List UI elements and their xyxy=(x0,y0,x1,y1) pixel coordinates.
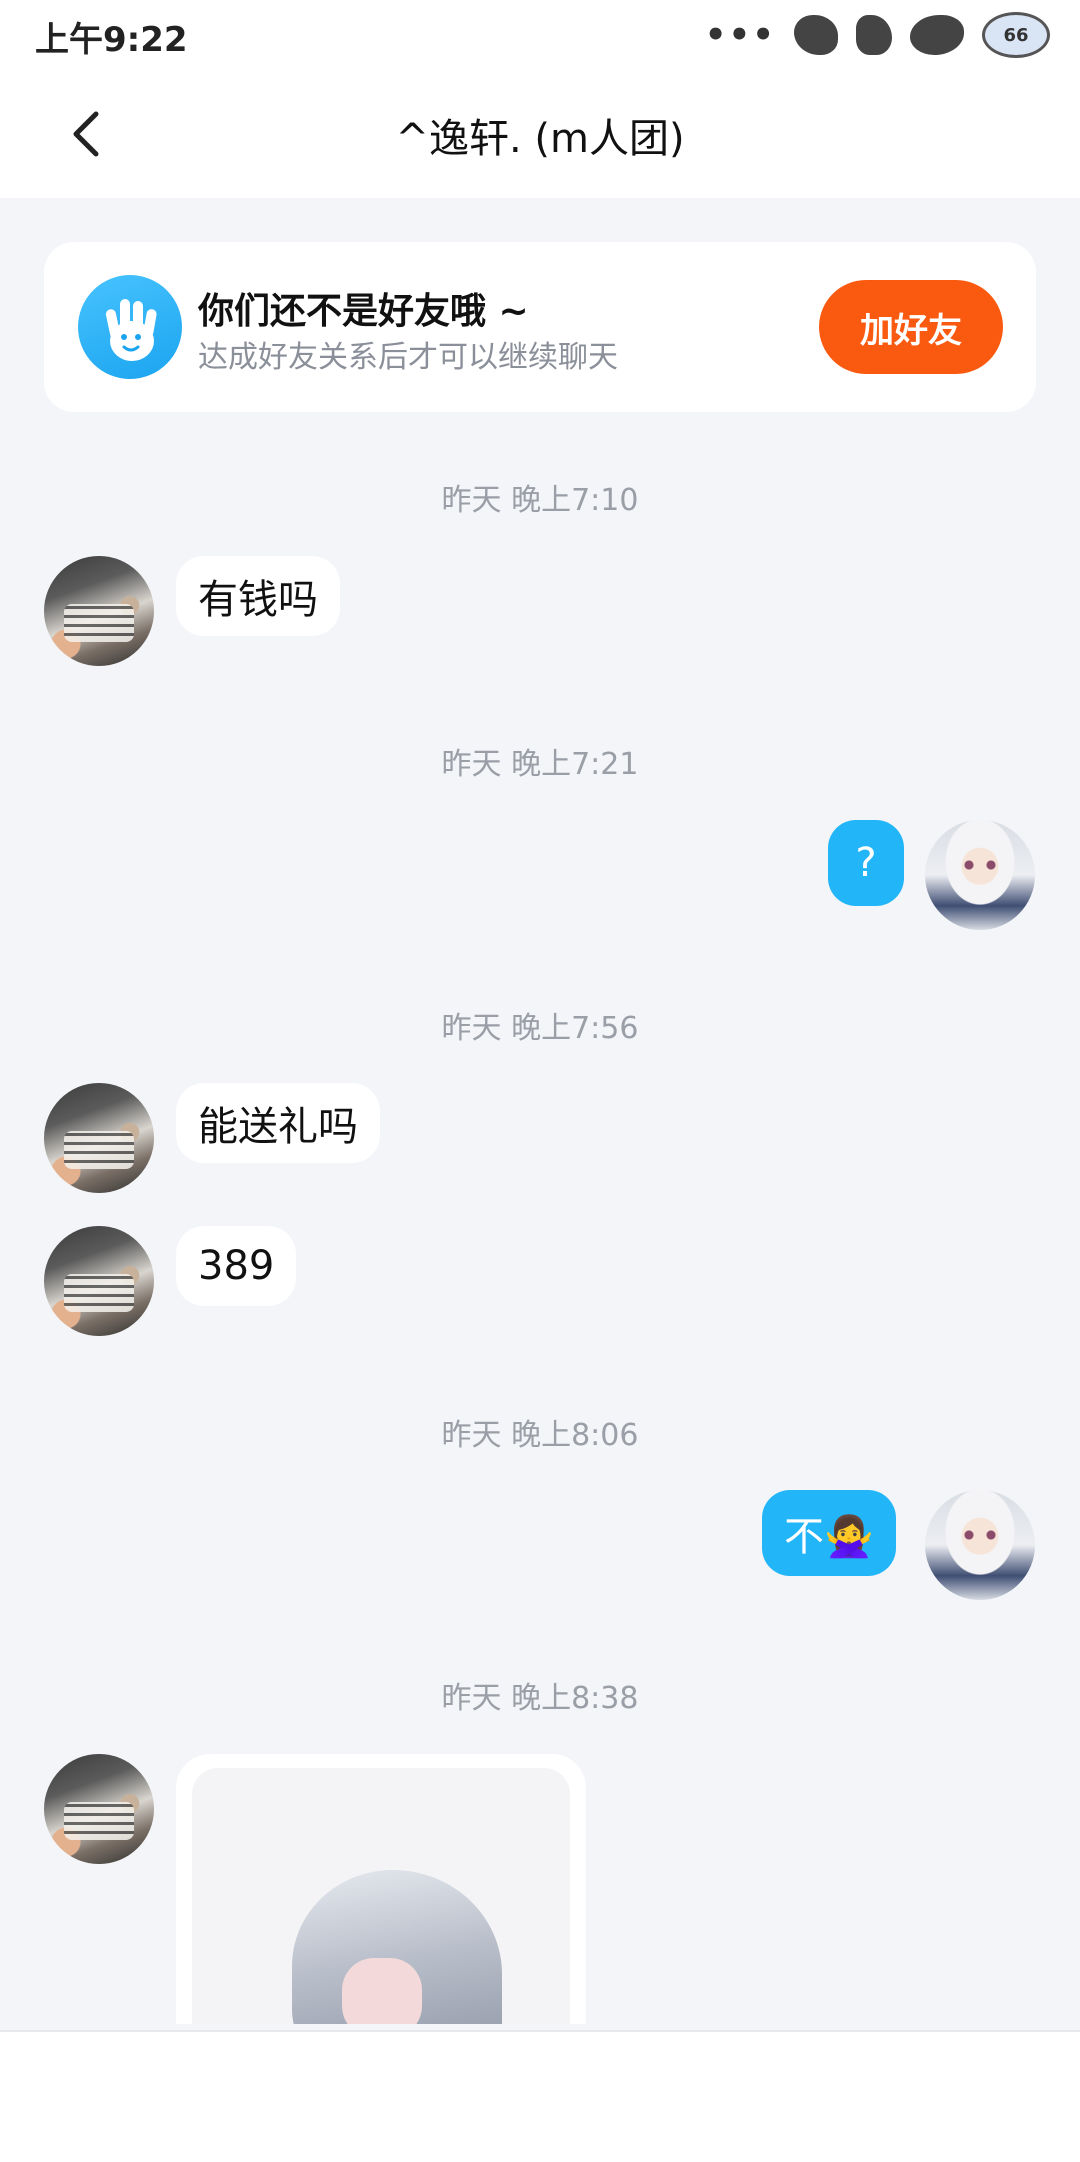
character-face xyxy=(342,1958,422,2024)
contact-avatar[interactable] xyxy=(44,1754,154,1864)
image-message-picture xyxy=(192,1768,570,2024)
add-friend-button[interactable]: 加好友 xyxy=(819,280,1003,374)
message-timestamp: 昨天 晚上8:38 xyxy=(441,1681,639,1716)
message-bubble-incoming[interactable]: 有钱吗 xyxy=(176,556,340,636)
more-notifications-icon: ••• xyxy=(704,15,776,55)
message-bubble-outgoing[interactable]: ? xyxy=(828,820,904,906)
battery-level: 66 xyxy=(1003,24,1029,46)
status-icons: ••• 66 xyxy=(705,10,1050,60)
message-bubble-incoming[interactable]: 能送礼吗 xyxy=(176,1083,380,1163)
friend-notice-subtitle: 达成好友关系后才可以继续聊天 xyxy=(198,340,618,375)
my-avatar[interactable] xyxy=(925,820,1035,930)
contact-avatar[interactable] xyxy=(44,1083,154,1193)
my-avatar[interactable] xyxy=(925,1490,1035,1600)
battery-icon: 66 xyxy=(982,12,1050,58)
notification-icon xyxy=(794,15,838,55)
message-timestamp: 昨天 晚上7:21 xyxy=(441,747,639,782)
contact-avatar[interactable] xyxy=(44,1226,154,1336)
notification-icon xyxy=(856,15,892,55)
message-bubble-outgoing[interactable]: 不🙅‍♀️ xyxy=(762,1490,896,1576)
message-timestamp: 昨天 晚上7:10 xyxy=(441,483,639,518)
friend-notice-title: 你们还不是好友哦 ~ xyxy=(198,291,529,332)
message-bubble-incoming[interactable]: 389 xyxy=(176,1226,297,1306)
chat-title: ^逸轩. (m人团) xyxy=(395,116,685,162)
status-bar: 上午9:22 ••• 66 xyxy=(0,0,1080,70)
bottom-bar xyxy=(0,2030,1080,2162)
notification-icon xyxy=(910,15,964,55)
hand-wave-icon xyxy=(78,275,182,379)
contact-avatar[interactable] xyxy=(44,556,154,666)
chat-header: ^逸轩. (m人团) xyxy=(0,70,1080,198)
friend-notice-card: 你们还不是好友哦 ~ 达成好友关系后才可以继续聊天 加好友 xyxy=(44,242,1036,412)
image-message[interactable] xyxy=(176,1754,586,2024)
message-timestamp: 昨天 晚上7:56 xyxy=(441,1011,639,1046)
message-timestamp: 昨天 晚上8:06 xyxy=(441,1418,639,1453)
status-time: 上午9:22 xyxy=(35,20,188,60)
